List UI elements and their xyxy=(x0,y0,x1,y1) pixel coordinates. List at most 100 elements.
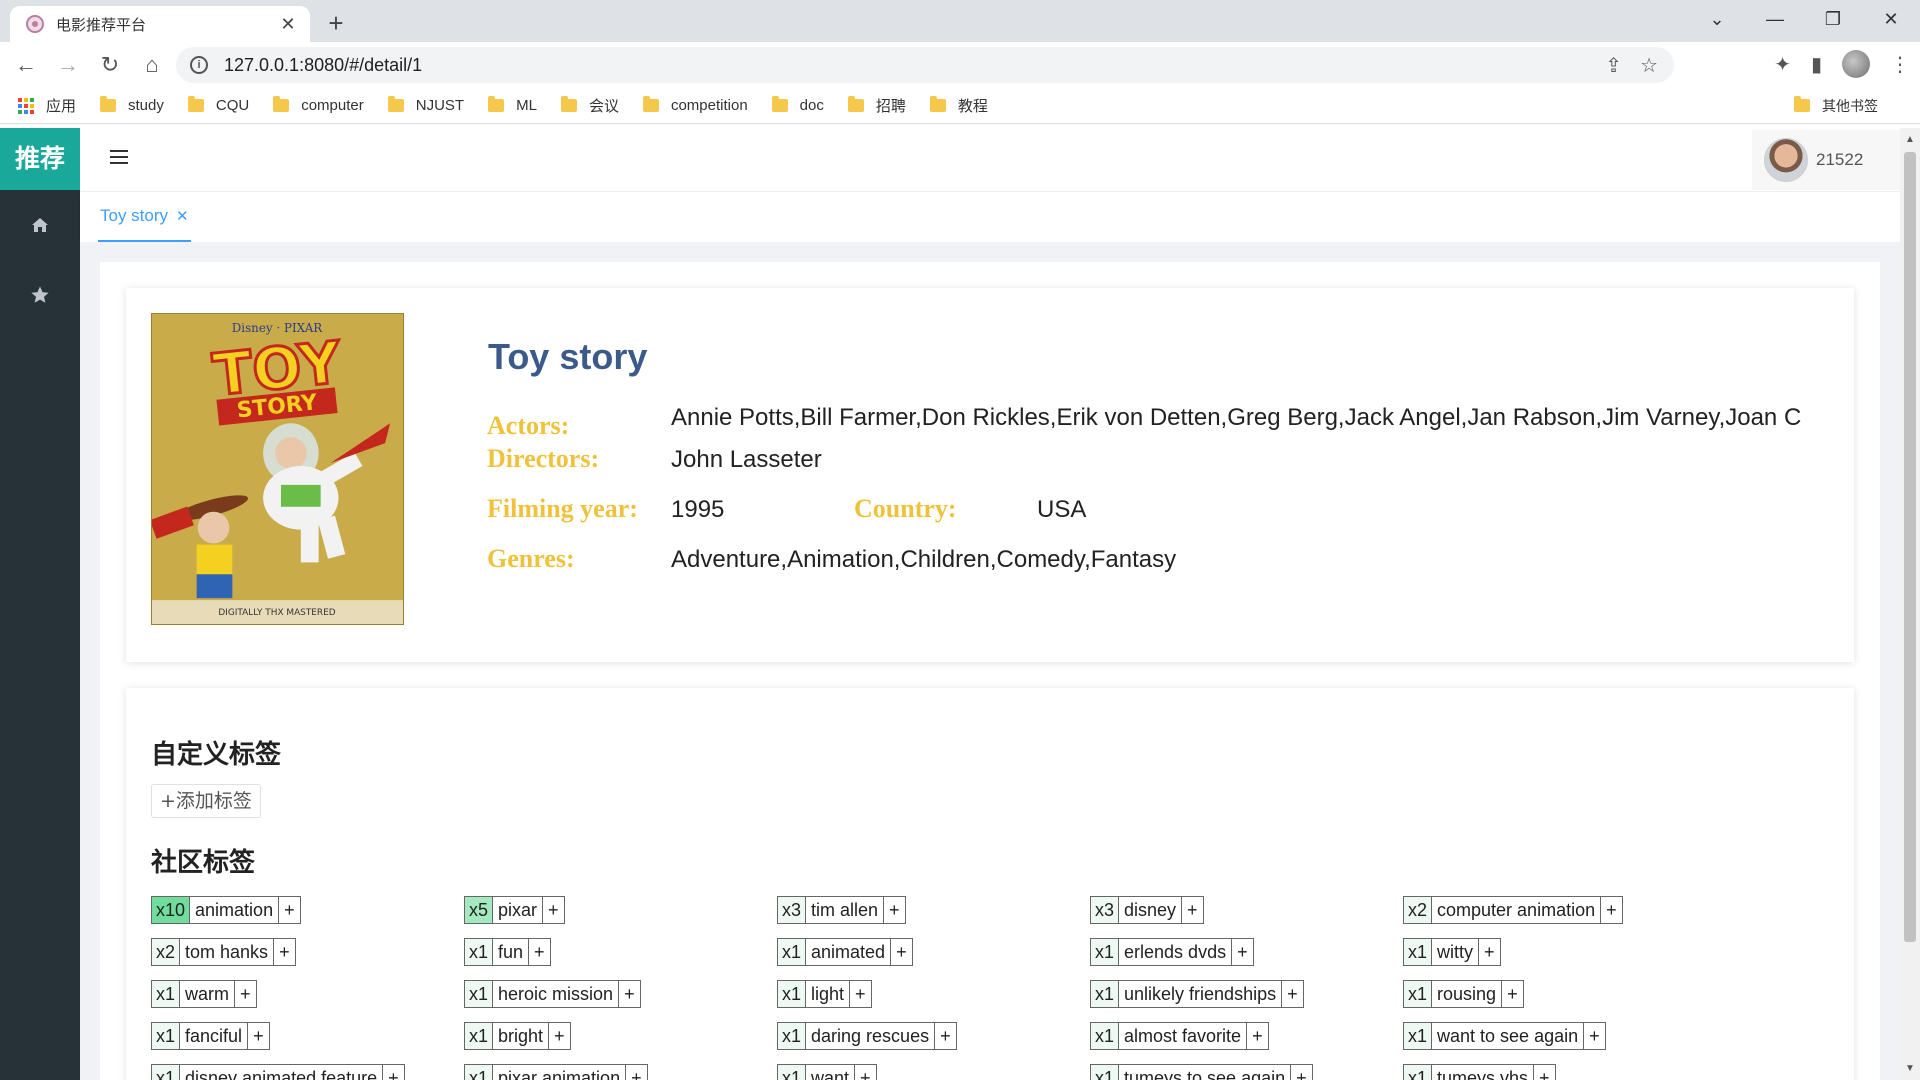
tag-name[interactable]: tim allen xyxy=(806,897,885,923)
tag-upvote-button[interactable]: + xyxy=(1479,939,1500,965)
scroll-thumb[interactable] xyxy=(1904,152,1916,942)
tag-name[interactable]: disney xyxy=(1119,897,1183,923)
browser-tab[interactable]: 电影推荐平台 ✕ xyxy=(10,6,310,42)
tag-name[interactable]: fun xyxy=(493,939,530,965)
bookmark-folder-njust[interactable]: NJUST xyxy=(387,96,464,114)
site-info-icon[interactable]: i xyxy=(190,56,208,74)
bookmark-folder-tutorial[interactable]: 教程 xyxy=(929,95,988,116)
tag-upvote-button[interactable]: + xyxy=(1182,897,1203,923)
bookmark-folder-study[interactable]: study xyxy=(100,96,164,114)
tag-name[interactable]: disney animated feature xyxy=(180,1065,384,1080)
tag-upvote-button[interactable]: + xyxy=(248,1023,269,1049)
tag-upvote-button[interactable]: + xyxy=(1502,981,1523,1007)
new-tab-button[interactable]: + xyxy=(322,8,350,39)
tag-upvote-button[interactable]: + xyxy=(383,1065,404,1080)
tag-name[interactable]: warm xyxy=(180,981,236,1007)
tag-name[interactable]: fanciful xyxy=(180,1023,249,1049)
tab-toy-story[interactable]: Toy story ✕ xyxy=(98,192,191,242)
close-window-button[interactable]: ✕ xyxy=(1862,0,1920,38)
bookmark-folder-ml[interactable]: ML xyxy=(488,96,537,114)
bookmark-folder-doc[interactable]: doc xyxy=(771,96,824,114)
tag-name[interactable]: daring rescues xyxy=(806,1023,936,1049)
sidebar-item-home[interactable] xyxy=(0,190,80,260)
tag-name[interactable]: heroic mission xyxy=(493,981,620,1007)
bookmark-apps[interactable]: 应用 xyxy=(18,95,76,116)
bookmark-folder-computer[interactable]: computer xyxy=(273,96,364,114)
tag-name[interactable]: unlikely friendships xyxy=(1119,981,1283,1007)
tag-upvote-button[interactable]: + xyxy=(884,897,905,923)
tag-upvote-button[interactable]: + xyxy=(235,981,256,1007)
tag-upvote-button[interactable]: + xyxy=(891,939,912,965)
restore-button[interactable]: ❐ xyxy=(1804,0,1862,38)
tag-upvote-button[interactable]: + xyxy=(1584,1023,1605,1049)
bookmark-folder-competition[interactable]: competition xyxy=(642,96,748,114)
tag-name[interactable]: want to see again xyxy=(1432,1023,1585,1049)
tag-upvote-button[interactable]: + xyxy=(850,981,871,1007)
reload-icon[interactable]: ↻ xyxy=(94,49,126,81)
bookmark-star-icon[interactable]: ☆ xyxy=(1640,53,1658,78)
tag-name[interactable]: pixar animation xyxy=(493,1065,627,1080)
tag-name[interactable]: rousing xyxy=(1432,981,1503,1007)
tag-upvote-button[interactable]: + xyxy=(1282,981,1303,1007)
tag-name[interactable]: computer animation xyxy=(1432,897,1602,923)
scroll-up-icon[interactable]: ▲ xyxy=(1905,134,1915,145)
tag-name[interactable]: erlends dvds xyxy=(1119,939,1233,965)
community-tag: x10 animation + xyxy=(151,896,301,924)
tag-name[interactable]: tom hanks xyxy=(180,939,275,965)
browser-menu-icon[interactable]: ⋮ xyxy=(1890,52,1910,77)
tag-name[interactable]: bright xyxy=(493,1023,550,1049)
tag-upvote-button[interactable]: + xyxy=(1247,1023,1268,1049)
tag-name[interactable]: tumeys vhs xyxy=(1432,1065,1535,1080)
scroll-down-icon[interactable]: ▼ xyxy=(1905,1063,1915,1074)
tag-name[interactable]: animated xyxy=(806,939,892,965)
tag-name[interactable]: almost favorite xyxy=(1119,1023,1248,1049)
address-bar[interactable]: i 127.0.0.1:8080/#/detail/1 ⇪ ☆ xyxy=(176,47,1674,83)
community-tag: x1 erlends dvds + xyxy=(1090,938,1254,966)
menu-toggle-icon[interactable] xyxy=(110,150,128,166)
tag-upvote-button[interactable]: + xyxy=(1534,1065,1555,1080)
tag-name[interactable]: pixar xyxy=(493,897,544,923)
tag-upvote-button[interactable]: + xyxy=(935,1023,956,1049)
page-scrollbar[interactable]: ▲ ▼ xyxy=(1900,128,1920,1080)
url-text[interactable]: 127.0.0.1:8080/#/detail/1 xyxy=(224,55,1605,76)
tag-name[interactable]: light xyxy=(806,981,851,1007)
app-logo[interactable]: 推荐 xyxy=(0,128,80,190)
side-panel-icon[interactable]: ▮ xyxy=(1811,52,1822,77)
bookmark-folder-jobs[interactable]: 招聘 xyxy=(847,95,906,116)
add-tag-button[interactable]: +添加标签 xyxy=(151,784,261,818)
tag-upvote-button[interactable]: + xyxy=(529,939,550,965)
profile-avatar[interactable] xyxy=(1842,50,1870,78)
user-menu[interactable]: 21522 xyxy=(1752,130,1900,190)
minimize-button[interactable]: — xyxy=(1746,0,1804,38)
tag-upvote-button[interactable]: + xyxy=(1601,897,1622,923)
share-icon[interactable]: ⇪ xyxy=(1605,53,1622,78)
tag-upvote-button[interactable]: + xyxy=(279,897,300,923)
tag-name[interactable]: want xyxy=(806,1065,856,1080)
tag-name[interactable]: animation xyxy=(190,897,280,923)
tag-cell: x1 bright + xyxy=(464,1022,777,1064)
tag-upvote-button[interactable]: + xyxy=(274,939,295,965)
tag-name[interactable]: witty xyxy=(1432,939,1480,965)
bookmark-folder-other[interactable]: 其他书签 xyxy=(1794,96,1878,116)
user-avatar[interactable] xyxy=(1764,138,1808,182)
tag-upvote-button[interactable]: + xyxy=(1232,939,1253,965)
tag-name[interactable]: tumeys to see again xyxy=(1119,1065,1292,1080)
country-value: USA xyxy=(1037,496,1087,523)
home-icon[interactable]: ⌂ xyxy=(136,49,168,81)
tag-upvote-button[interactable]: + xyxy=(619,981,640,1007)
sidebar-item-favorites[interactable] xyxy=(0,260,80,330)
bookmark-folder-conference[interactable]: 会议 xyxy=(560,95,619,116)
tab-close-icon[interactable]: ✕ xyxy=(278,14,298,35)
tag-upvote-button[interactable]: + xyxy=(549,1023,570,1049)
back-icon[interactable]: ← xyxy=(10,49,42,81)
tag-upvote-button[interactable]: + xyxy=(1291,1065,1312,1080)
forward-icon[interactable]: → xyxy=(52,49,84,81)
tag-upvote-button[interactable]: + xyxy=(855,1065,876,1080)
tab-search-icon[interactable]: ⌄ xyxy=(1688,0,1746,38)
tag-upvote-button[interactable]: + xyxy=(543,897,564,923)
close-icon[interactable]: ✕ xyxy=(176,207,189,225)
bookmark-folder-cqu[interactable]: CQU xyxy=(187,96,249,114)
extensions-icon[interactable]: ✦ xyxy=(1774,52,1791,77)
tag-count: x1 xyxy=(778,939,807,965)
tag-upvote-button[interactable]: + xyxy=(626,1065,647,1080)
